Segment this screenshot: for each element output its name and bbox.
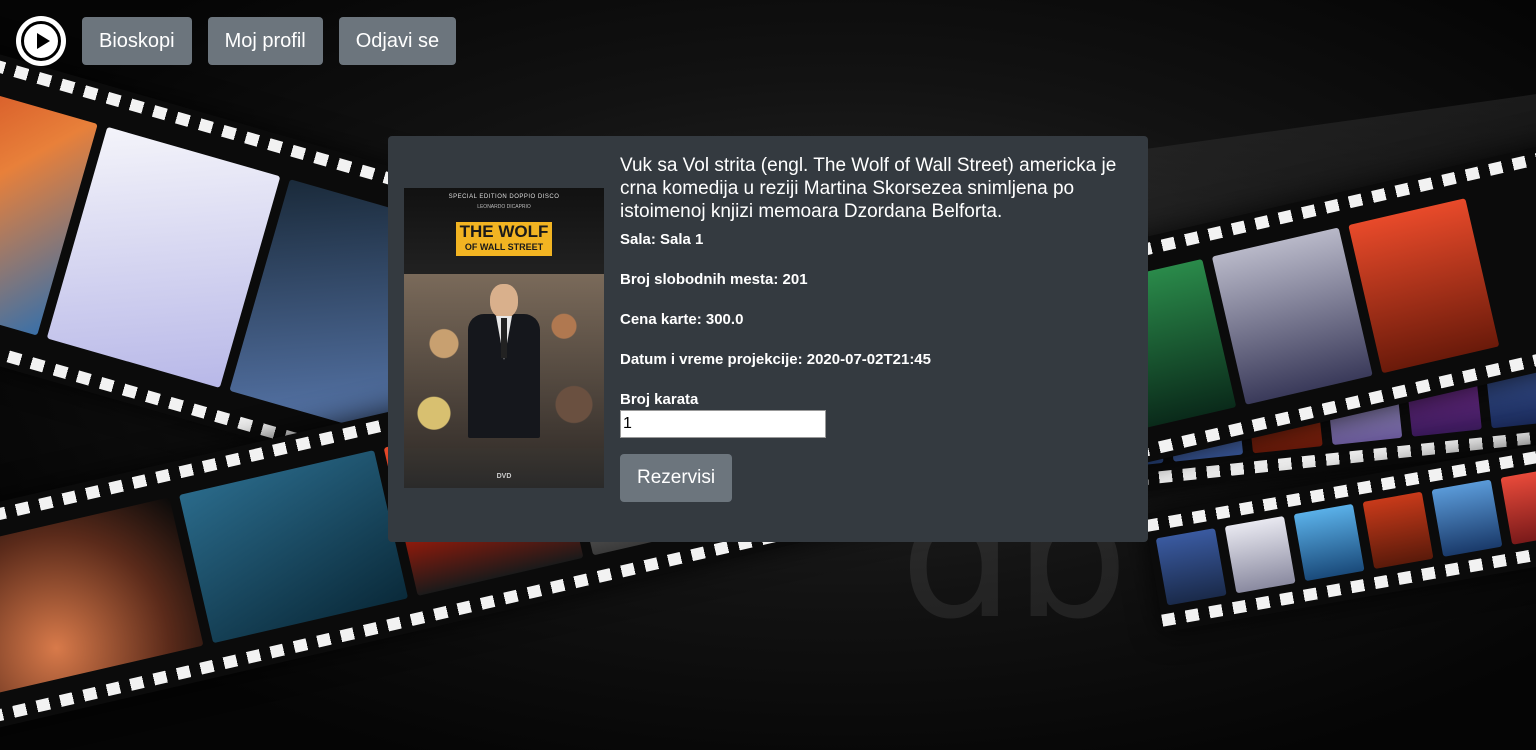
movie-info: Vuk sa Vol strita (engl. The Wolf of Wal…: [620, 154, 1130, 502]
hall-text: Sala: Sala 1: [620, 231, 704, 248]
nav-odjavi-se-button[interactable]: Odjavi se: [338, 17, 457, 65]
projection-card: SPECIAL EDITION DOPPIO DISCO LEONARDO DI…: [388, 136, 1148, 542]
tickets-label: Broj karata: [620, 391, 699, 408]
poster-title: THE WOLF OF WALL STREET: [456, 222, 552, 256]
nav-bioskopi-button[interactable]: Bioskopi: [82, 17, 192, 65]
top-navbar: Bioskopi Moj profil Odjavi se: [16, 16, 457, 66]
poster-actor-text: LEONARDO DICAPRIO: [477, 204, 531, 210]
poster-figure: [468, 284, 540, 438]
play-circle-icon[interactable]: [16, 16, 66, 66]
poster-dvd-logo: DVD: [496, 473, 512, 480]
ticket-price-text: Cena karte: 300.0: [620, 311, 744, 328]
reservation-form: Broj karata Rezervisi: [620, 391, 1130, 502]
poster-edition-text: SPECIAL EDITION DOPPIO DISCO: [448, 194, 560, 200]
projection-datetime-text: Datum i vreme projekcije: 2020-07-02T21:…: [620, 351, 931, 368]
free-seats-text: Broj slobodnih mesta: 201: [620, 271, 808, 288]
movie-description: Vuk sa Vol strita (engl. The Wolf of Wal…: [620, 155, 1117, 222]
reserve-button[interactable]: Rezervisi: [620, 454, 733, 502]
movie-poster: SPECIAL EDITION DOPPIO DISCO LEONARDO DI…: [404, 188, 604, 488]
poster-title-line1: THE WOLF: [459, 222, 549, 241]
tickets-input[interactable]: [620, 410, 826, 438]
nav-moj-profil-button[interactable]: Moj profil: [207, 17, 323, 65]
poster-title-line2: OF WALL STREET: [464, 242, 544, 252]
